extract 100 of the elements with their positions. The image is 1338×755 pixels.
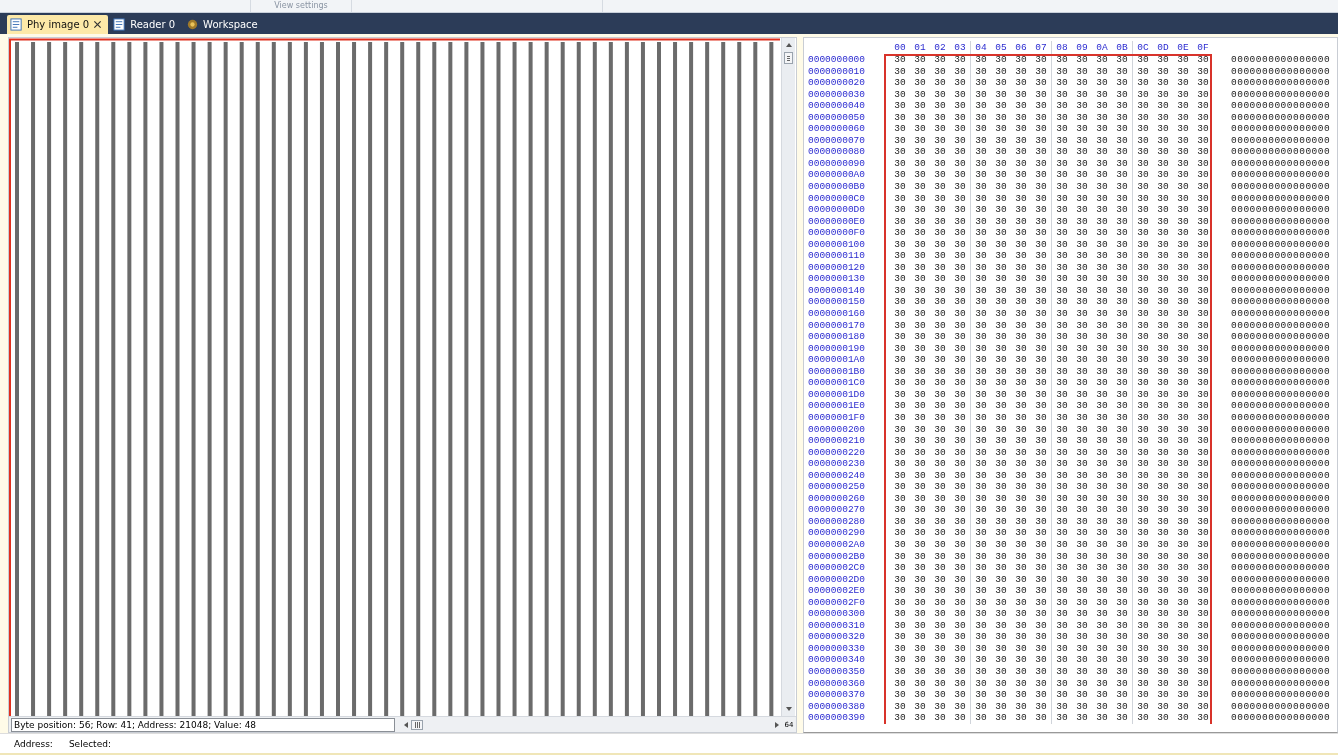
hex-byte: 30 (1156, 689, 1170, 701)
hex-byte: 30 (1132, 169, 1153, 181)
close-icon[interactable] (93, 20, 103, 29)
hex-byte: 30 (1176, 342, 1190, 355)
hex-byte: 30 (913, 619, 927, 632)
document-tab[interactable]: Phy image 0 (7, 15, 109, 34)
hex-byte: 30 (913, 192, 927, 205)
hex-byte: 30 (953, 515, 967, 528)
hex-byte: 30 (994, 100, 1008, 112)
hex-byte: 30 (953, 250, 967, 262)
hex-byte: 30 (1075, 146, 1089, 158)
hex-byte: 30 (1051, 585, 1072, 597)
hex-byte: 30 (1014, 331, 1028, 343)
hex-byte: 30 (1196, 585, 1210, 597)
hex-byte: 30 (994, 331, 1008, 343)
hex-byte: 30 (1034, 238, 1048, 251)
hex-byte: 30 (1156, 377, 1170, 389)
column-header: 09 (1075, 41, 1089, 54)
hex-byte: 30 (1176, 527, 1190, 539)
row-address: 0000000320 (807, 631, 866, 643)
hex-byte: 30 (893, 388, 907, 401)
ascii-text: 0000000000000000 (1231, 134, 1331, 147)
hex-byte: 30 (933, 435, 947, 447)
hex-byte: 30 (994, 585, 1008, 597)
hex-byte: 30 (1034, 146, 1048, 158)
hex-byte: 30 (1095, 88, 1109, 101)
hex-byte: 30 (893, 88, 907, 101)
hex-byte: 30 (994, 192, 1008, 205)
hex-byte: 30 (1176, 388, 1190, 401)
hex-byte: 30 (1095, 273, 1109, 285)
hex-byte: 30 (1014, 215, 1028, 228)
hex-byte: 30 (994, 284, 1008, 297)
hex-byte: 30 (1014, 308, 1028, 320)
hex-byte: 30 (893, 573, 907, 586)
hex-byte: 30 (1051, 227, 1072, 239)
hex-byte: 30 (933, 250, 947, 262)
hex-byte: 30 (1095, 562, 1109, 574)
hex-byte: 30 (1176, 435, 1190, 447)
scroll-thumb[interactable] (411, 719, 423, 730)
hex-byte: 30 (1014, 388, 1028, 401)
hex-byte: 30 (1115, 227, 1129, 239)
row-address: 0000000270 (807, 504, 866, 516)
hex-byte: 30 (1034, 54, 1048, 66)
ascii-text: 0000000000000000 (1231, 169, 1331, 181)
hex-byte: 30 (893, 435, 907, 447)
row-address: 0000000310 (807, 619, 866, 632)
hex-byte: 30 (933, 689, 947, 701)
hex-byte: 30 (1034, 111, 1048, 124)
hex-byte: 30 (1014, 111, 1028, 124)
hex-byte: 30 (953, 504, 967, 516)
ascii-text: 0000000000000000 (1231, 65, 1331, 78)
hex-byte: 30 (913, 631, 927, 643)
hex-byte: 30 (994, 123, 1008, 135)
hex-byte: 30 (1075, 377, 1089, 389)
hex-byte: 30 (933, 504, 947, 516)
hex-byte: 30 (970, 365, 991, 378)
hex-byte: 30 (1176, 642, 1190, 655)
column-header: 0E (1176, 41, 1190, 54)
hex-byte: 30 (1014, 123, 1028, 135)
hex-byte: 30 (953, 596, 967, 609)
row-address: 00000001D0 (807, 388, 866, 401)
hex-byte: 30 (994, 77, 1008, 89)
hex-byte: 30 (933, 77, 947, 89)
hex-byte: 30 (1014, 204, 1028, 216)
hex-byte: 30 (1075, 573, 1089, 586)
hex-byte: 30 (1075, 77, 1089, 89)
hex-byte: 30 (994, 654, 1008, 666)
hex-byte: 30 (1075, 619, 1089, 632)
hex-byte: 30 (1176, 146, 1190, 158)
document-tab[interactable]: Reader 0 (110, 15, 182, 34)
hex-byte: 30 (1176, 227, 1190, 239)
hex-byte: 30 (1132, 377, 1153, 389)
hex-byte: 30 (994, 631, 1008, 643)
hex-byte: 30 (893, 515, 907, 528)
hex-byte: 30 (953, 134, 967, 147)
hex-byte: 30 (1132, 215, 1153, 228)
hex-byte: 30 (1014, 712, 1028, 724)
row-address: 0000000370 (807, 689, 866, 701)
scroll-thumb[interactable] (784, 52, 793, 64)
address-label: Address: (14, 738, 53, 749)
hex-byte: 30 (994, 469, 1008, 482)
hex-byte: 30 (1156, 423, 1170, 436)
hex-byte: 30 (933, 342, 947, 355)
hex-byte: 30 (1075, 677, 1089, 690)
hex-byte: 30 (913, 423, 927, 436)
hex-byte: 30 (1132, 284, 1153, 297)
document-tab[interactable]: Workspace (183, 15, 264, 34)
hex-byte: 30 (970, 192, 991, 205)
hex-byte: 30 (893, 238, 907, 251)
hex-byte: 30 (994, 411, 1008, 424)
hex-byte: 30 (913, 100, 927, 112)
hex-byte: 30 (970, 573, 991, 586)
hex-byte: 30 (1014, 77, 1028, 89)
hex-byte: 30 (1115, 296, 1129, 309)
hex-byte: 30 (1156, 134, 1170, 147)
hex-byte: 30 (994, 250, 1008, 262)
hex-byte: 30 (1095, 435, 1109, 447)
hex-byte: 30 (1014, 411, 1028, 424)
hex-byte: 30 (1115, 204, 1129, 216)
row-address: 00000000C0 (807, 192, 866, 205)
